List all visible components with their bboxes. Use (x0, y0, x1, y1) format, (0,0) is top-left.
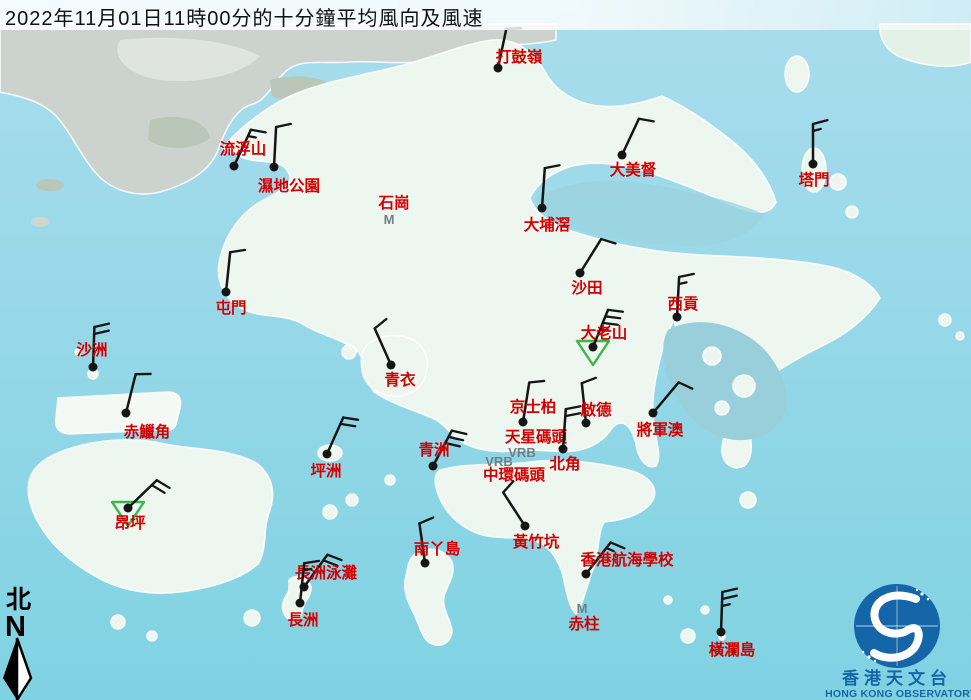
hei-ling-chau-island (323, 505, 337, 519)
station-dot (429, 462, 438, 471)
wind-barb-half-tick (303, 569, 311, 570)
station-label: 青洲 (418, 440, 449, 459)
station-label: 橫瀾島 (709, 640, 756, 659)
station-label: 打鼓嶺 (496, 47, 543, 66)
wind-map-app: 打鼓嶺流浮山濕地公園M石崗大美督大埔滘塔門沙田西貢屯門沙洲赤鱲角青衣大老山京士柏… (0, 0, 971, 700)
mirs-bay-islet (846, 206, 858, 218)
kau-yi-chau-island (385, 475, 395, 485)
wind-barb-half-tick (679, 282, 687, 284)
station-dot (582, 570, 591, 579)
deep-bay-islet-2 (31, 217, 49, 227)
compass-n-label: N (5, 611, 26, 643)
station-dot (582, 419, 591, 428)
east-islet-2 (956, 332, 964, 340)
station-label: 天星碼頭 (505, 428, 568, 446)
missing-data-marker: M (577, 601, 588, 616)
compass-hanzi-label: 北 (6, 586, 31, 614)
station-dot (296, 599, 305, 608)
po-toi-island (681, 629, 695, 643)
station-dot (538, 204, 547, 213)
station-dot (519, 418, 528, 427)
station-dot (323, 450, 332, 459)
tung-lung-island (740, 492, 756, 508)
station-dot (421, 559, 430, 568)
soko-island (111, 615, 125, 629)
hong-kong-wind-map: 打鼓嶺流浮山濕地公園M石崗大美督大埔滘塔門沙田西貢屯門沙洲赤鱲角青衣大老山京士柏… (0, 0, 971, 700)
station-dot (649, 409, 658, 418)
deep-bay-islet (36, 179, 64, 191)
crescent-island (785, 56, 809, 92)
shek-kwu-chau-island (244, 610, 260, 626)
station-dot (559, 445, 568, 454)
beaufort-islet (664, 596, 672, 604)
station-dot (124, 504, 133, 513)
soko-island-2 (147, 631, 157, 641)
sunshine-island (346, 494, 358, 506)
station-dot (618, 151, 627, 160)
station-dot (222, 288, 231, 297)
station-label: 將軍澳 (637, 420, 684, 439)
station-label: 坪洲 (310, 462, 341, 480)
station-label: 大美督 (610, 160, 657, 179)
missing-data-marker: M (384, 212, 395, 227)
hko-logo-name-zh: 香港天文台 (842, 668, 952, 688)
station-dot (387, 361, 396, 370)
station-dot (89, 363, 98, 372)
station-label: 西貢 (667, 295, 699, 313)
station-label: 赤柱 (568, 614, 600, 633)
station-label: 大老山 (581, 323, 628, 342)
wind-barb-half-tick (248, 136, 256, 137)
station-dot (673, 313, 682, 322)
station-label: 石崗 (377, 193, 409, 212)
station-label: 昂坪 (114, 514, 146, 532)
port-shelter-island-3 (715, 401, 729, 415)
station-label: 沙田 (571, 279, 602, 297)
station-label: 流浮山 (220, 139, 267, 158)
grass-island-islet (830, 174, 846, 190)
station-label: 京士柏 (510, 397, 557, 416)
station-dot (122, 409, 131, 418)
wind-barb-tick (529, 381, 544, 383)
station-label: 濕地公園 (258, 176, 320, 195)
station-label: 香港航海學校 (580, 550, 674, 569)
station-label: 赤鱲角 (124, 422, 171, 441)
station-label: 啟德 (580, 400, 612, 419)
station-label: 大埔滘 (524, 215, 571, 234)
station-dot (576, 269, 585, 278)
station-dot (521, 522, 530, 531)
map-title: 2022年11月01日11時00分的十分鐘平均風向及風速 (5, 2, 484, 31)
east-islet (939, 314, 951, 326)
hko-logo-name-en: HONG KONG OBSERVATORY (825, 688, 971, 700)
station-dot (270, 163, 279, 172)
station-label: 青衣 (384, 370, 416, 389)
station-label: 黃竹坑 (512, 532, 560, 551)
station-label: 北角 (549, 454, 580, 473)
station-label: 塔門 (798, 170, 829, 189)
station-dot (809, 160, 818, 169)
station-dot (717, 628, 726, 637)
port-shelter-island-2 (733, 375, 755, 397)
port-shelter-island (703, 347, 721, 365)
station-dot (230, 162, 239, 171)
station-dot (589, 343, 598, 352)
station-label: 屯門 (215, 298, 246, 317)
station-label: 沙洲 (76, 341, 107, 359)
station-label: 南丫島 (414, 539, 461, 558)
po-toi-islet-2 (701, 606, 709, 614)
station-label: 長洲 (287, 611, 318, 629)
ma-wan-island (342, 345, 356, 359)
